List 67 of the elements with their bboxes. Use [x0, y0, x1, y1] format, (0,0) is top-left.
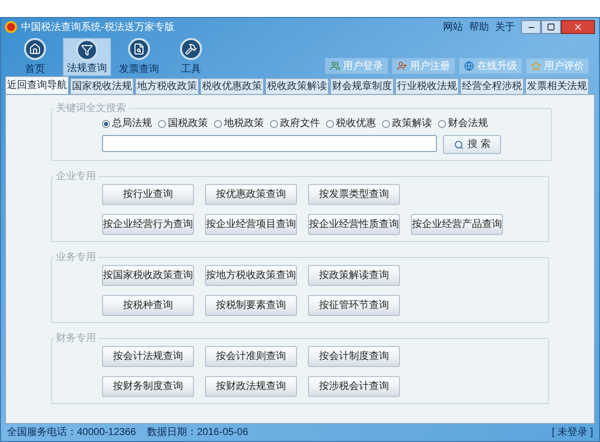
- query-button[interactable]: 按会计制度查询: [308, 346, 400, 367]
- document-search-icon: [133, 43, 145, 55]
- tab[interactable]: 财会规章制度: [330, 78, 394, 94]
- header-link[interactable]: 网站: [443, 20, 463, 34]
- query-button[interactable]: 按国家税收政策查询: [102, 265, 194, 286]
- window-title: 中国税法查询系统-税法送万家专版: [21, 20, 174, 34]
- query-button[interactable]: 按企业经营行为查询: [102, 214, 194, 235]
- tab[interactable]: 经营全程涉税: [460, 78, 524, 94]
- maximize-button[interactable]: [541, 20, 561, 34]
- query-button[interactable]: 按涉税会计查询: [308, 376, 400, 397]
- nav-button[interactable]: 工具: [167, 38, 215, 76]
- search-icon: [454, 140, 464, 150]
- query-button[interactable]: 按会计法规查询: [102, 346, 194, 367]
- tab[interactable]: 税收政策解读: [265, 78, 329, 94]
- query-button[interactable]: 按税制要素查询: [205, 295, 297, 316]
- group-title: 关键词全文搜索: [55, 102, 127, 116]
- close-button[interactable]: [561, 20, 595, 34]
- radio-option[interactable]: 国税政策: [158, 116, 208, 131]
- user-plus-icon: [397, 61, 407, 71]
- query-button[interactable]: 按财务制度查询: [102, 376, 194, 397]
- funnel-icon: [81, 44, 93, 56]
- radio-option[interactable]: 税收优惠: [326, 116, 376, 131]
- query-button[interactable]: 按优惠政策查询: [205, 184, 297, 205]
- search-button[interactable]: 搜 索: [443, 135, 501, 154]
- group-title: 财务专用: [55, 332, 97, 346]
- query-button[interactable]: 按会计准则查询: [205, 346, 297, 367]
- hammer-icon: [185, 43, 197, 55]
- radio-option[interactable]: 地税政策: [214, 116, 264, 131]
- query-button[interactable]: 按企业经营项目查询: [205, 214, 297, 235]
- radio-option[interactable]: 总局法规: [102, 116, 152, 131]
- header-link[interactable]: 关于: [495, 20, 515, 34]
- tab[interactable]: 税收优惠政策: [200, 78, 264, 94]
- query-button[interactable]: 按征管环节查询: [308, 295, 400, 316]
- nav-button[interactable]: 首页: [11, 38, 59, 76]
- login-status: [ 未登录 ]: [552, 426, 593, 440]
- query-button[interactable]: 按税种查询: [102, 295, 194, 316]
- tab[interactable]: 行业税收法规: [395, 78, 459, 94]
- nav-button[interactable]: 发票查询: [115, 38, 163, 76]
- radio-option[interactable]: 财会法规: [438, 116, 488, 131]
- tab[interactable]: 近回查询导航: [5, 76, 69, 94]
- nav-button[interactable]: 法规查询: [63, 38, 111, 76]
- query-button[interactable]: 按企业经营性质查询: [308, 214, 400, 235]
- query-button[interactable]: 按政策解读查询: [308, 265, 400, 286]
- tab[interactable]: 国家税收法规: [70, 78, 134, 94]
- radio-option[interactable]: 政府文件: [270, 116, 320, 131]
- app-logo-icon: [5, 21, 17, 33]
- service-phone: 全国服务电话：40000-12366: [7, 426, 137, 440]
- people-icon: [330, 61, 340, 71]
- tab[interactable]: 发票相关法规: [525, 78, 589, 94]
- query-button[interactable]: 按行业查询: [102, 184, 194, 205]
- group-title: 企业专用: [55, 170, 97, 184]
- group-title: 业务专用: [55, 250, 97, 265]
- query-button[interactable]: 按发票类型查询: [308, 184, 400, 205]
- query-button[interactable]: 按财政法规查询: [205, 376, 297, 397]
- data-date: 数据日期：2016-05-06: [147, 426, 248, 440]
- query-button[interactable]: 按企业经营产品查询: [411, 214, 503, 235]
- header-link[interactable]: 帮助: [469, 20, 489, 34]
- globe-icon: [464, 61, 474, 71]
- close-icon: [573, 22, 583, 32]
- minimize-button[interactable]: [521, 20, 541, 34]
- house-icon: [29, 43, 41, 55]
- tab[interactable]: 地方税收政策: [135, 78, 199, 94]
- search-field[interactable]: [102, 135, 437, 152]
- radio-option[interactable]: 政策解读: [382, 116, 432, 131]
- star-icon: [531, 61, 541, 71]
- maximize-icon: [547, 23, 555, 31]
- query-button[interactable]: 按地方税收政策查询: [205, 265, 297, 286]
